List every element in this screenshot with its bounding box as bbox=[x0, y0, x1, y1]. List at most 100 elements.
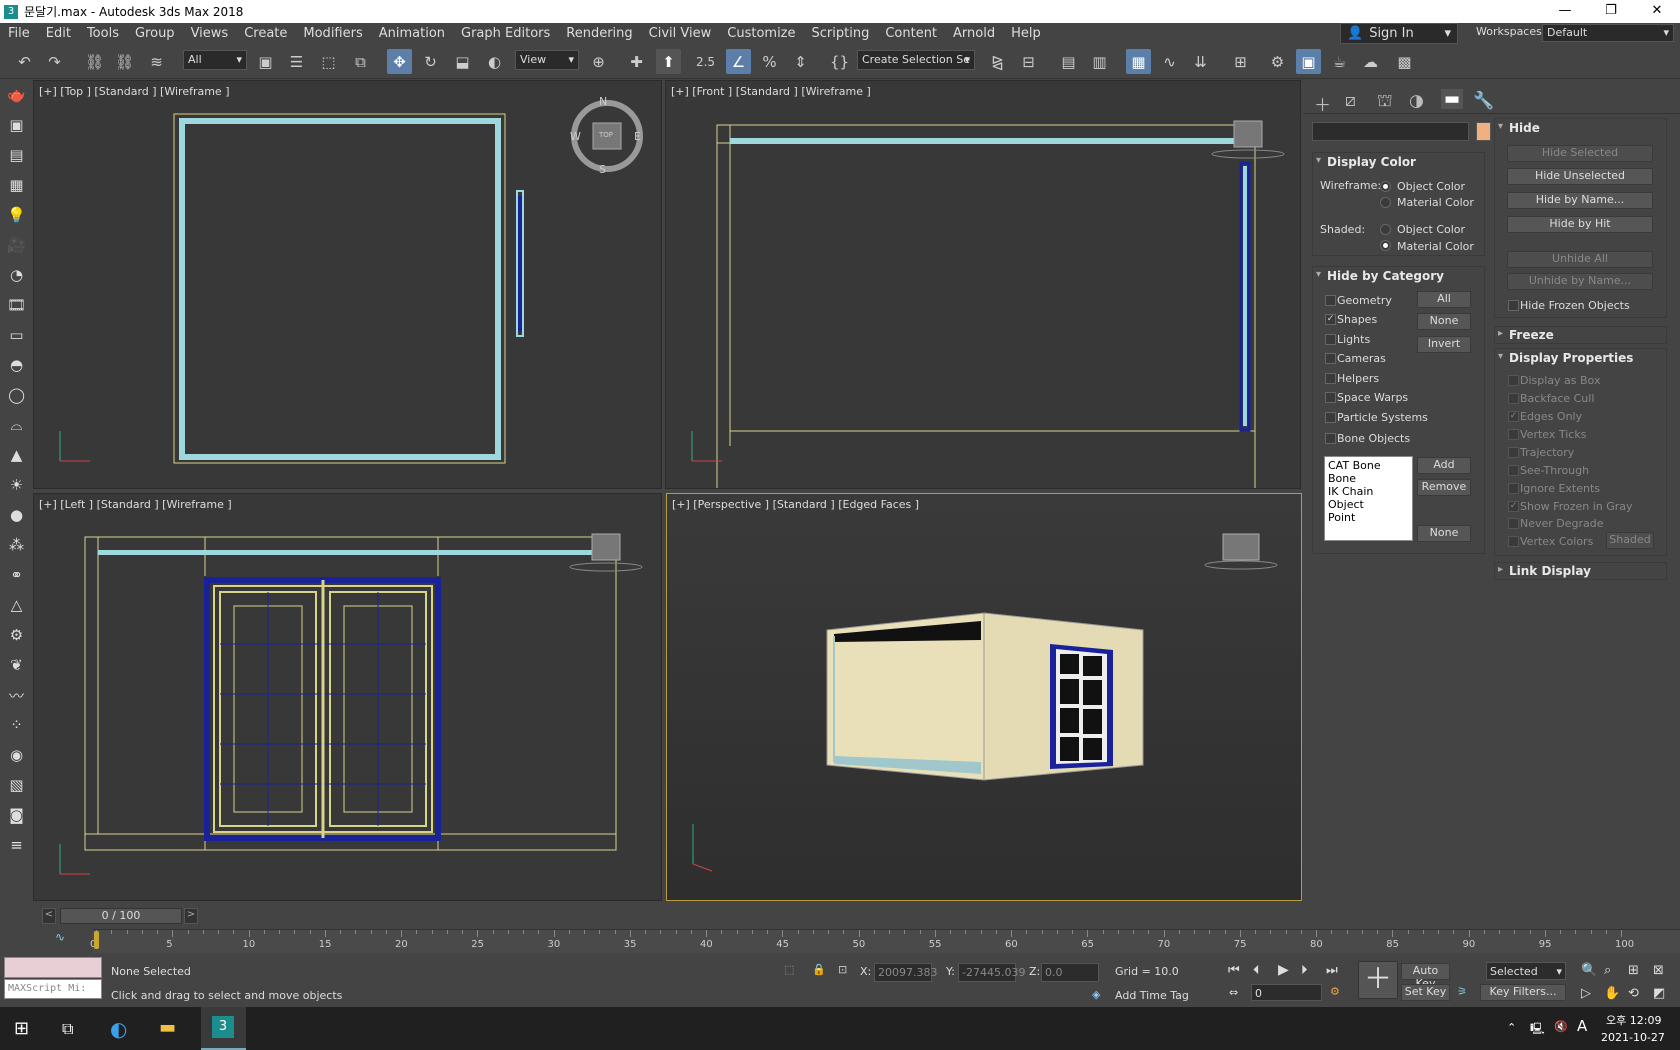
maxscript-listener-output[interactable] bbox=[4, 957, 102, 978]
select-and-move-icon[interactable]: ✥ bbox=[387, 49, 412, 74]
render-icon[interactable]: ▧ bbox=[0, 770, 33, 800]
gear-icon[interactable]: ⚙ bbox=[0, 620, 33, 650]
zoom-extents-icon[interactable]: ⊞ bbox=[1628, 963, 1639, 978]
grass-icon[interactable]: ❦ bbox=[0, 650, 33, 680]
vertex-colors-checkbox[interactable] bbox=[1508, 536, 1519, 547]
ime-indicator[interactable]: A bbox=[1577, 1017, 1587, 1035]
clock-time[interactable]: 오후 12:09 bbox=[1606, 1012, 1661, 1028]
prev-frame-icon[interactable]: < bbox=[42, 908, 56, 924]
place-icon[interactable]: ◐ bbox=[482, 49, 507, 74]
window-crossing-icon[interactable]: ⧉ bbox=[348, 49, 373, 74]
list-item[interactable]: Bone bbox=[1328, 472, 1409, 485]
link-icon[interactable]: ⛓ bbox=[82, 49, 107, 74]
see-through-checkbox[interactable] bbox=[1508, 465, 1519, 476]
viewport-left[interactable]: [+] [Left ] [Standard ] [Wireframe ] bbox=[33, 493, 662, 901]
zoom-extents-all-icon[interactable]: ⊠ bbox=[1653, 963, 1664, 978]
modify-tab-icon[interactable]: ⧄ bbox=[1345, 91, 1356, 111]
spinner-snap-icon[interactable]: ⇕ bbox=[788, 49, 813, 74]
particles-icon[interactable]: ⁂ bbox=[0, 530, 33, 560]
hair-icon[interactable]: 〰 bbox=[0, 680, 33, 710]
file-explorer-icon[interactable]: ▬ bbox=[159, 1017, 176, 1038]
category-add-button[interactable]: Add bbox=[1417, 457, 1471, 474]
trajectory-checkbox[interactable] bbox=[1508, 447, 1519, 458]
schematic-view-icon[interactable]: ⇊ bbox=[1188, 49, 1213, 74]
percent-snap-icon[interactable]: % bbox=[757, 49, 782, 74]
category-invert-button[interactable]: Invert bbox=[1417, 336, 1471, 353]
chevron-up-icon[interactable]: ⌃ bbox=[1507, 1021, 1516, 1034]
menu-group[interactable]: Group bbox=[127, 26, 183, 41]
menu-help[interactable]: Help bbox=[1003, 26, 1049, 41]
go-to-start-icon[interactable]: ⏮ bbox=[1228, 963, 1240, 978]
viewport-top[interactable]: [+] [Top ] [Standard ] [Wireframe ] N S … bbox=[33, 80, 662, 489]
table-icon[interactable]: ▦ bbox=[0, 170, 33, 200]
freeze-header[interactable]: Freeze bbox=[1495, 328, 1666, 342]
sphere-icon[interactable]: ● bbox=[0, 500, 33, 530]
show-frozen-in-gray-checkbox[interactable]: ✓ bbox=[1508, 501, 1519, 512]
geometry-checkbox[interactable] bbox=[1325, 295, 1336, 306]
z-coordinate-field[interactable]: 0.0 bbox=[1041, 963, 1099, 982]
next-frame-icon[interactable]: > bbox=[184, 908, 198, 924]
pivot-center-icon[interactable]: ⊕ bbox=[586, 49, 611, 74]
menu-customize[interactable]: Customize bbox=[719, 26, 803, 41]
display-properties-header[interactable]: Display Properties bbox=[1495, 351, 1666, 365]
viewport-perspective-label[interactable]: [+] [Perspective ] [Standard ] [Edged Fa… bbox=[672, 498, 919, 511]
category-list-none-button[interactable]: None bbox=[1417, 525, 1471, 542]
layer-explorer-icon[interactable]: ▥ bbox=[1087, 49, 1112, 74]
cameras-checkbox[interactable] bbox=[1325, 353, 1336, 364]
current-frame-field[interactable]: 0 bbox=[1251, 984, 1322, 1001]
clock-date[interactable]: 2021-10-27 bbox=[1601, 1031, 1665, 1044]
render-setup-icon[interactable]: ⚙ bbox=[1265, 49, 1290, 74]
mirror-icon[interactable]: ⧎ bbox=[985, 49, 1010, 74]
viewport-left-label[interactable]: [+] [Left ] [Standard ] [Wireframe ] bbox=[39, 498, 232, 511]
object-color-swatch[interactable] bbox=[1476, 122, 1491, 141]
basket-icon[interactable]: ⌓ bbox=[0, 410, 33, 440]
maximize-button[interactable]: ❐ bbox=[1588, 0, 1634, 23]
y-coordinate-field[interactable]: -27445.039 bbox=[958, 963, 1025, 982]
cone-icon[interactable]: ▲ bbox=[0, 440, 33, 470]
hemisphere-icon[interactable]: ◓ bbox=[0, 350, 33, 380]
select-manipulate-icon[interactable]: ✚ bbox=[624, 49, 649, 74]
menu-views[interactable]: Views bbox=[183, 26, 237, 41]
rendered-frame-window-icon[interactable]: ▣ bbox=[1296, 49, 1321, 74]
add-time-tag-label[interactable]: Add Time Tag bbox=[1115, 989, 1189, 1002]
next-key-icon[interactable]: ⏵ bbox=[1301, 963, 1308, 978]
selection-filter-dropdown[interactable]: All ▾ bbox=[183, 50, 247, 70]
set-key-big-icon[interactable]: ＋ bbox=[1358, 961, 1398, 999]
motion-tab-icon[interactable]: ◑ bbox=[1409, 91, 1424, 111]
viewport-front-label[interactable]: [+] [Front ] [Standard ] [Wireframe ] bbox=[671, 85, 871, 98]
menu-create[interactable]: Create bbox=[236, 26, 295, 41]
utilities-tab-icon[interactable]: 🔧 bbox=[1473, 91, 1494, 111]
menu-edit[interactable]: Edit bbox=[38, 26, 79, 41]
orbit-icon[interactable]: ⟲ bbox=[1628, 986, 1639, 1001]
select-and-scale-icon[interactable]: ⬓ bbox=[450, 49, 475, 74]
hide-frozen-objects-checkbox[interactable] bbox=[1508, 300, 1519, 311]
workspaces-dropdown[interactable]: Default ▾ bbox=[1542, 24, 1674, 42]
3ds-max-taskbar-button[interactable]: 3 bbox=[201, 1007, 246, 1050]
minimize-button[interactable]: — bbox=[1542, 0, 1588, 23]
menu-content[interactable]: Content bbox=[877, 26, 945, 41]
molecule-icon[interactable]: ⚭ bbox=[0, 560, 33, 590]
time-tag-icon[interactable]: ◈ bbox=[1092, 988, 1100, 1001]
named-selection-dropdown[interactable]: Create Selection Se ▾ bbox=[857, 50, 975, 70]
menu-animation[interactable]: Animation bbox=[371, 26, 453, 41]
go-to-end-icon[interactable]: ⏭ bbox=[1326, 963, 1338, 978]
shaded-object-color-radio[interactable] bbox=[1380, 224, 1391, 235]
menu-file[interactable]: File bbox=[0, 26, 38, 41]
sign-in-dropdown[interactable]: 👤 Sign In ▾ bbox=[1340, 23, 1458, 44]
hide-by-category-header[interactable]: Hide by Category bbox=[1313, 269, 1484, 283]
absolute-mode-icon[interactable]: ⊡ bbox=[838, 963, 847, 976]
key-filters-mini-icon[interactable]: ⚞ bbox=[1457, 985, 1467, 998]
link-display-header[interactable]: Link Display bbox=[1495, 564, 1666, 578]
time-cursor[interactable] bbox=[94, 931, 99, 949]
menu-tools[interactable]: Tools bbox=[79, 26, 127, 41]
list-item[interactable]: Point bbox=[1328, 511, 1409, 524]
close-button[interactable]: ✕ bbox=[1634, 0, 1680, 23]
scatter-icon[interactable]: ⁘ bbox=[0, 710, 33, 740]
select-object-icon[interactable]: ▣ bbox=[253, 49, 278, 74]
key-mode-icon[interactable]: ⇔ bbox=[1229, 986, 1238, 999]
wireframe-object-color-radio[interactable] bbox=[1380, 181, 1391, 192]
redo-icon[interactable]: ↷ bbox=[42, 49, 67, 74]
globe-icon[interactable]: ◉ bbox=[0, 740, 33, 770]
field-of-view-icon[interactable]: ▷ bbox=[1581, 986, 1591, 1001]
unhide-by-name-button[interactable]: Unhide by Name... bbox=[1507, 273, 1653, 290]
